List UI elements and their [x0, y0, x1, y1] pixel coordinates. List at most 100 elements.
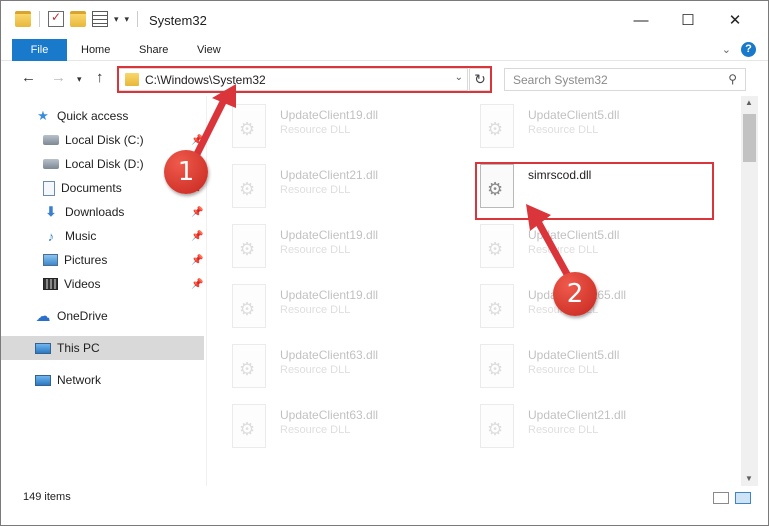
- pin-icon: 📌: [191, 206, 204, 218]
- customize-toolbar-icon[interactable]: ▾: [125, 14, 130, 25]
- file-type: Resource DLL: [280, 304, 351, 316]
- search-placeholder: Search System32: [513, 73, 608, 87]
- file-type: Resource DLL: [528, 124, 599, 136]
- maximize-button[interactable]: ☐: [665, 1, 711, 39]
- file-item[interactable]: ⚙ UpdateClient63.dll Resource DLL: [232, 344, 452, 396]
- expand-ribbon-icon[interactable]: ⌄: [722, 43, 731, 56]
- file-type: Resource DLL: [280, 364, 351, 376]
- chevron-down-icon[interactable]: ⌄: [455, 72, 463, 83]
- status-bar: 149 items: [1, 486, 768, 510]
- dll-file-icon: ⚙: [232, 344, 266, 388]
- file-type: Resource DLL: [528, 244, 599, 256]
- file-item[interactable]: ⚙ UpdateClient21.dll Resource DLL: [232, 164, 452, 216]
- address-bar[interactable]: C:\Windows\System32 ⌄: [118, 68, 468, 91]
- file-name: UpdateClient63.dll: [280, 348, 379, 362]
- dll-file-icon: ⚙: [232, 104, 266, 148]
- scrollbar-thumb[interactable]: [743, 114, 756, 162]
- sidebar-item-local-disk-c[interactable]: Local Disk (C:) 📌: [1, 128, 204, 152]
- star-icon: ★: [37, 108, 49, 123]
- file-item[interactable]: ⚙ UpdateClient5.dll Resource DLL: [480, 224, 700, 276]
- tab-share[interactable]: Share: [127, 39, 180, 61]
- file-name: UpdateClient19.dll: [280, 288, 379, 302]
- chevron-down-icon[interactable]: ▾: [114, 14, 119, 25]
- refresh-button[interactable]: ↻: [469, 68, 491, 91]
- dll-file-icon: ⚙: [480, 404, 514, 448]
- tab-file[interactable]: File: [12, 39, 67, 61]
- file-item[interactable]: ⚙ UpdateClient19.dll Resource DLL: [232, 224, 452, 276]
- sidebar-item-videos[interactable]: Videos 📌: [1, 272, 204, 296]
- address-path[interactable]: C:\Windows\System32: [145, 73, 266, 87]
- close-button[interactable]: ✕: [712, 1, 758, 39]
- search-input[interactable]: Search System32 ⚲: [504, 68, 746, 91]
- tab-home[interactable]: Home: [69, 39, 122, 61]
- up-arrow-icon[interactable]: ↑: [96, 69, 104, 86]
- file-item[interactable]: ⚙ UpdateClient5.dll Resource DLL: [480, 104, 700, 156]
- onedrive-icon: ☁: [35, 308, 51, 325]
- scroll-up-icon[interactable]: ▲: [745, 98, 753, 107]
- sidebar-item-quick-access[interactable]: ★ Quick access: [1, 104, 204, 128]
- file-highlight-box: [475, 162, 714, 220]
- help-icon[interactable]: ?: [741, 42, 756, 57]
- file-name: UpdateClient19.dll: [280, 108, 379, 122]
- music-icon: ♪: [47, 228, 55, 244]
- tab-view[interactable]: View: [185, 39, 233, 61]
- details-view-icon[interactable]: [713, 492, 729, 504]
- file-name: UpdateClient21.dll: [280, 168, 379, 182]
- dll-file-icon: ⚙: [232, 164, 266, 208]
- dll-file-icon: ⚙: [480, 284, 514, 328]
- file-item[interactable]: ⚙ UpdateClient63.dll Resource DLL: [232, 404, 452, 456]
- sidebar-item-onedrive[interactable]: ☁ OneDrive: [1, 304, 204, 328]
- dll-file-icon: ⚙: [480, 344, 514, 388]
- minimize-button[interactable]: —: [618, 1, 664, 39]
- properties-icon[interactable]: [48, 10, 64, 27]
- file-item[interactable]: ⚙ UpdateClient21.dll Resource DLL: [480, 404, 700, 456]
- file-name: UpdateClient19.dll: [280, 228, 379, 242]
- disk-icon: [43, 159, 59, 169]
- file-type: Resource DLL: [280, 424, 351, 436]
- pin-icon: 📌: [191, 230, 204, 242]
- vertical-scrollbar[interactable]: ▲ ▼: [741, 96, 758, 486]
- pin-icon: 📌: [191, 254, 204, 266]
- sidebar-item-label: Videos: [64, 277, 101, 291]
- dll-file-icon: ⚙: [480, 104, 514, 148]
- sidebar-item-downloads[interactable]: ⬇ Downloads 📌: [1, 200, 204, 224]
- forward-arrow-icon[interactable]: →: [51, 69, 66, 86]
- file-list: ⚙ UpdateClient19.dll Resource DLL ⚙ Upda…: [208, 96, 741, 486]
- sidebar-item-this-pc[interactable]: This PC: [1, 336, 204, 360]
- disk-icon: [43, 135, 59, 145]
- item-count: 149 items: [23, 491, 71, 503]
- file-item[interactable]: ⚙ UpdateClient19.dll Resource DLL: [232, 104, 452, 156]
- file-item[interactable]: ⚙ UpdateClient5.dll Resource DLL: [480, 344, 700, 396]
- folder-icon: [15, 11, 31, 27]
- dll-file-icon: ⚙: [480, 224, 514, 268]
- callout-badge-2: 2: [553, 272, 597, 316]
- quick-access-toolbar: ▾ ▾: [15, 10, 140, 27]
- sidebar-item-label: Downloads: [65, 205, 125, 219]
- sidebar-item-label: Local Disk (D:): [65, 157, 144, 171]
- file-name: UpdateClient5.dll: [528, 228, 620, 242]
- sidebar-item-music[interactable]: ♪ Music 📌: [1, 224, 204, 248]
- network-icon: [35, 374, 51, 386]
- recent-locations-icon[interactable]: ▾: [77, 74, 82, 85]
- search-icon: ⚲: [728, 72, 737, 86]
- new-folder-icon[interactable]: [70, 11, 86, 27]
- file-type: Resource DLL: [528, 364, 599, 376]
- explorer-window: ▾ ▾ System32 — ☐ ✕ File Home Share View …: [0, 0, 769, 526]
- pictures-icon: [43, 254, 58, 266]
- sidebar-item-label: Network: [57, 373, 102, 387]
- view-icon[interactable]: [92, 11, 108, 27]
- sidebar-item-pictures[interactable]: Pictures 📌: [1, 248, 204, 272]
- folder-icon: [125, 73, 139, 86]
- dll-file-icon: ⚙: [232, 284, 266, 328]
- videos-icon: [43, 278, 58, 290]
- dll-file-icon: ⚙: [232, 404, 266, 448]
- sidebar-item-network[interactable]: Network: [1, 368, 204, 392]
- back-arrow-icon[interactable]: ←: [21, 69, 36, 86]
- large-icons-view-icon[interactable]: [735, 492, 751, 504]
- scroll-down-icon[interactable]: ▼: [745, 474, 753, 483]
- file-item[interactable]: ⚙ UpdateClient19.dll Resource DLL: [232, 284, 452, 336]
- sidebar-item-label: This PC: [57, 341, 100, 355]
- window-title: System32: [149, 13, 207, 28]
- file-name: UpdateClient21.dll: [528, 408, 627, 422]
- sidebar-item-label: Music: [65, 229, 97, 243]
